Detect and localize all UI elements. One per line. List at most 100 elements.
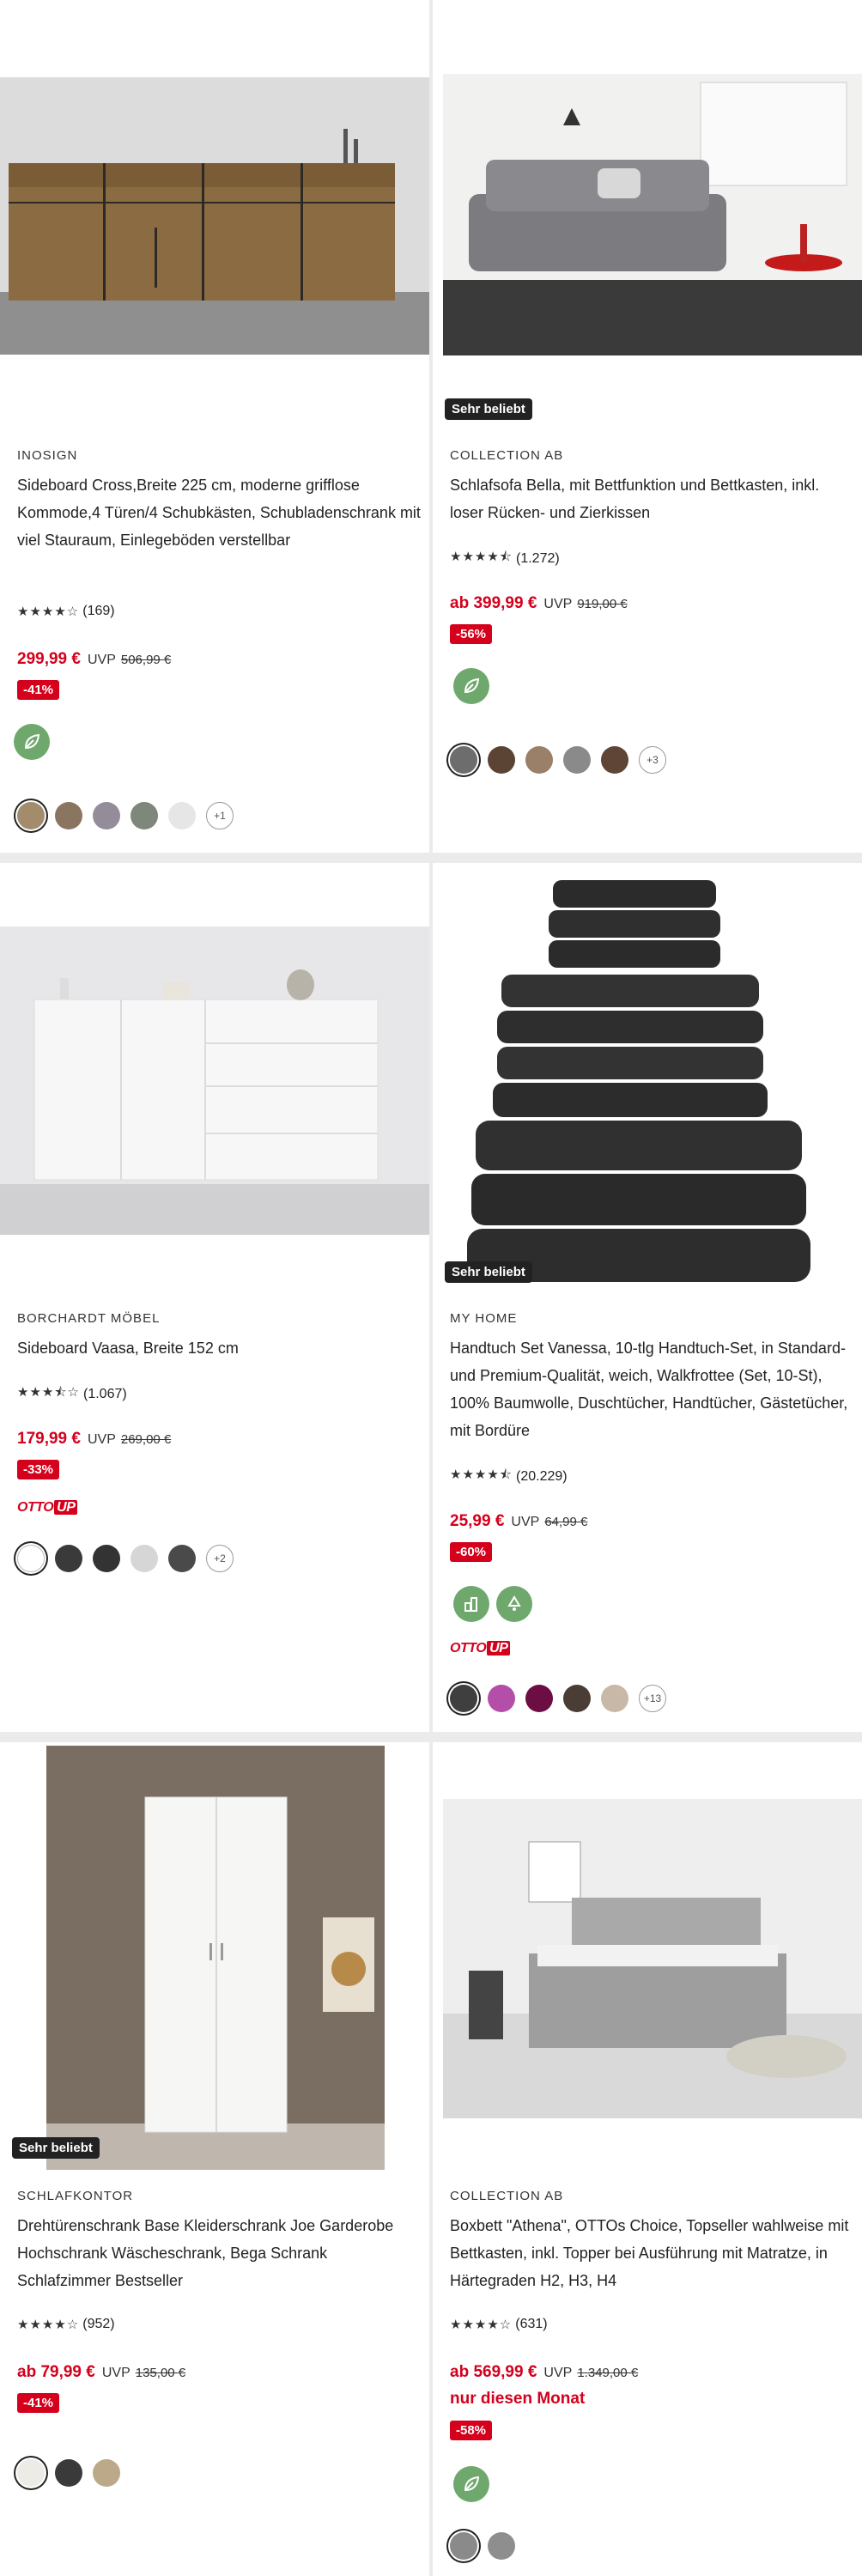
product-title[interactable]: Drehtürenschrank Base Kleiderschrank Joe… <box>17 2212 421 2294</box>
more-colors-button[interactable]: +3 <box>639 746 666 774</box>
color-swatch[interactable] <box>601 746 628 774</box>
star-rating-icon: ★★★★☆ <box>450 2318 513 2332</box>
color-swatch[interactable] <box>450 746 477 774</box>
popularity-badge: Sehr beliebt <box>12 2137 100 2159</box>
product-card[interactable]: BORCHARDT MÖBEL Sideboard Vaasa, Breite … <box>0 863 429 1732</box>
product-image[interactable] <box>443 74 862 355</box>
uvp-label: UVP <box>543 597 573 611</box>
product-image[interactable] <box>467 872 845 1292</box>
product-title[interactable]: Sideboard Vaasa, Breite 152 cm <box>17 1334 421 1362</box>
color-swatch[interactable] <box>55 802 82 829</box>
color-swatch[interactable] <box>17 1545 45 1572</box>
product-rating: ★★★★☆ (952) <box>17 2317 115 2332</box>
current-price: 179,99 € <box>17 1430 81 1448</box>
discount-badge: -60% <box>450 1542 493 1562</box>
color-swatches: +3 <box>450 746 666 774</box>
color-swatch[interactable] <box>601 1685 628 1712</box>
color-swatch[interactable] <box>488 1685 515 1712</box>
product-image[interactable] <box>443 1799 862 2118</box>
color-swatches <box>450 2532 525 2560</box>
color-swatch[interactable] <box>450 1685 477 1712</box>
product-title[interactable]: Boxbett "Athena", OTTOs Choice, Topselle… <box>450 2212 853 2294</box>
color-swatch[interactable] <box>525 1685 553 1712</box>
more-colors-button[interactable]: +2 <box>206 1545 234 1572</box>
current-price: ab 569,99 € <box>450 2363 537 2381</box>
more-colors-button[interactable]: +1 <box>206 802 234 829</box>
product-card[interactable]: COLLECTION AB Boxbett "Athena", OTTOs Ch… <box>433 1742 862 2576</box>
color-swatch[interactable] <box>93 802 120 829</box>
product-brand: INOSIGN <box>17 448 78 463</box>
current-price: 299,99 € <box>17 650 81 668</box>
color-swatches: +13 <box>450 1685 666 1712</box>
product-card[interactable]: INOSIGN Sideboard Cross,Breite 225 cm, m… <box>0 0 429 853</box>
color-swatch[interactable] <box>488 746 515 774</box>
color-swatch[interactable] <box>93 2459 120 2487</box>
price-row: 299,99 € UVP 506,99 € <box>17 650 171 669</box>
leaf-icon <box>453 2466 489 2502</box>
color-swatch[interactable] <box>17 802 45 829</box>
color-swatches <box>17 2459 131 2487</box>
color-swatch[interactable] <box>488 2532 515 2560</box>
popularity-badge: Sehr beliebt <box>445 398 532 420</box>
review-count: (169) <box>82 604 115 618</box>
color-swatches: +1 <box>17 802 234 829</box>
current-price: ab 79,99 € <box>17 2363 95 2381</box>
more-colors-button[interactable]: +13 <box>639 1685 666 1712</box>
product-title[interactable]: Handtuch Set Vanessa, 10-tlg Handtuch-Se… <box>450 1334 853 1444</box>
star-rating-icon: ★★★★☆ <box>17 2318 80 2332</box>
price-row: ab 399,99 € UVP 919,00 € <box>450 594 628 613</box>
review-count: (952) <box>82 2317 115 2331</box>
product-card[interactable]: Sehr beliebt COLLECTION AB Schlafsofa Be… <box>433 0 862 853</box>
color-swatch[interactable] <box>55 2459 82 2487</box>
current-price: ab 399,99 € <box>450 594 537 612</box>
product-brand: COLLECTION AB <box>450 448 564 463</box>
uvp-label: UVP <box>87 1432 116 1447</box>
leaf-icon <box>453 668 489 704</box>
product-image[interactable] <box>0 927 429 1235</box>
product-rating: ★★★★⯪ (20.229) <box>450 1466 568 1487</box>
old-price: 64,99 € <box>544 1515 588 1529</box>
popularity-badge: Sehr beliebt <box>445 1261 532 1283</box>
product-brand: MY HOME <box>450 1311 518 1326</box>
color-swatch[interactable] <box>563 1685 591 1712</box>
product-brand: COLLECTION AB <box>450 2189 564 2203</box>
star-rating-icon: ★★★⯪☆ <box>17 1385 80 1400</box>
review-count: (1.272) <box>516 550 560 566</box>
product-rating: ★★★★☆ (631) <box>450 2317 548 2332</box>
old-price: 135,00 € <box>135 2366 186 2380</box>
color-swatch[interactable] <box>55 1545 82 1572</box>
color-swatch[interactable] <box>131 802 158 829</box>
product-title[interactable]: Sideboard Cross,Breite 225 cm, moderne g… <box>17 471 421 554</box>
price-row: ab 79,99 € UVP 135,00 € <box>17 2363 185 2382</box>
otto-up-logo: OTTO UP <box>17 1500 78 1516</box>
color-swatch[interactable] <box>93 1545 120 1572</box>
color-swatch[interactable] <box>450 2532 477 2560</box>
product-brand: BORCHARDT MÖBEL <box>17 1311 161 1326</box>
product-image[interactable] <box>46 1746 385 2170</box>
star-rating-icon: ★★★★⯪ <box>450 550 513 564</box>
discount-badge: -33% <box>17 1460 60 1479</box>
product-rating: ★★★★⯪ (1.272) <box>450 548 560 569</box>
old-price: 269,00 € <box>120 1432 172 1447</box>
product-title[interactable]: Schlafsofa Bella, mit Bettfunktion und B… <box>450 471 853 526</box>
product-card[interactable]: Sehr beliebt MY HOME Handtuch Set Vaness… <box>433 863 862 1732</box>
discount-badge: -58% <box>450 2421 493 2440</box>
leaf-icon <box>453 1586 489 1622</box>
color-swatch[interactable] <box>563 746 591 774</box>
color-swatch[interactable] <box>17 2459 45 2487</box>
product-brand: SCHLAFKONTOR <box>17 2189 134 2203</box>
price-row: 25,99 € UVP 64,99 € <box>450 1512 587 1531</box>
review-count: (20.229) <box>516 1468 568 1484</box>
uvp-label: UVP <box>511 1515 540 1529</box>
color-swatch[interactable] <box>168 1545 196 1572</box>
color-swatch[interactable] <box>131 1545 158 1572</box>
color-swatch[interactable] <box>168 802 196 829</box>
uvp-label: UVP <box>87 653 116 667</box>
review-count: (1.067) <box>83 1386 127 1401</box>
uvp-label: UVP <box>101 2366 131 2380</box>
old-price: 1.349,00 € <box>577 2366 639 2380</box>
price-row: 179,99 € UVP 269,00 € <box>17 1430 171 1449</box>
product-card[interactable]: Sehr beliebt SCHLAFKONTOR Drehtürenschra… <box>0 1742 429 2576</box>
color-swatch[interactable] <box>525 746 553 774</box>
product-image[interactable] <box>0 77 429 355</box>
